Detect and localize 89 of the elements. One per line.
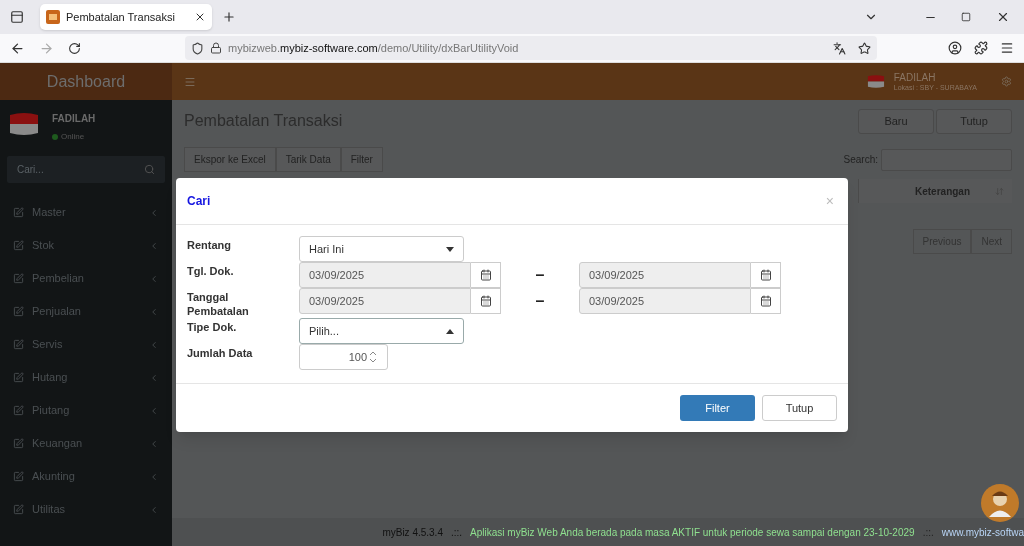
edit-icon — [13, 339, 24, 350]
favicon-icon — [46, 10, 60, 24]
translate-icon[interactable] — [833, 41, 846, 55]
sidebar-search-field[interactable]: Cari... — [7, 156, 165, 183]
field-label: Tgl. Dok. — [187, 264, 235, 278]
edit-icon — [13, 273, 24, 284]
reload-icon[interactable] — [68, 41, 81, 55]
close-button[interactable]: × — [822, 190, 837, 212]
caret-down-icon — [446, 246, 454, 252]
chevron-left-icon — [149, 306, 159, 317]
chevron-left-icon — [149, 240, 159, 251]
license-message: Aplikasi myBiz Web Anda berada pada masa AKTIF untuk periode sewa sampai dengan 23-10-2029 — [470, 525, 915, 540]
account-icon[interactable] — [948, 41, 962, 55]
sidebar-item[interactable]: Stok — [0, 229, 172, 262]
calendar-button[interactable] — [751, 288, 781, 314]
close-window-icon[interactable] — [996, 10, 1010, 24]
dialog-button[interactable]: Filter — [680, 395, 755, 421]
select-field[interactable]: Pilih... — [299, 318, 464, 344]
restore-icon[interactable] — [961, 12, 971, 22]
column-header[interactable]: Keterangan — [859, 183, 1012, 199]
range-separator: – — [534, 265, 546, 285]
menu-icon[interactable] — [1000, 41, 1014, 55]
chevron-left-icon — [149, 438, 159, 449]
chevron-left-icon — [149, 504, 159, 515]
chevron-left-icon — [149, 207, 159, 218]
spinner-icon — [369, 351, 377, 363]
extensions-icon[interactable] — [974, 41, 988, 55]
calendar-button[interactable] — [751, 262, 781, 288]
calendar-button[interactable] — [471, 262, 501, 288]
edit-icon — [13, 405, 24, 416]
chevron-left-icon — [149, 405, 159, 416]
shield-icon — [191, 41, 204, 55]
field-label: Tipe Dok. — [187, 320, 238, 334]
chevron-left-icon — [149, 372, 159, 383]
edit-icon — [13, 372, 24, 383]
select-field[interactable]: Hari Ini — [299, 236, 464, 262]
edit-icon — [13, 240, 24, 251]
flag-avatar-icon — [7, 111, 41, 137]
date-field[interactable]: 03/09/2025 — [299, 288, 471, 314]
calendar-icon — [479, 269, 492, 281]
field-label: Jumlah Data — [187, 346, 254, 360]
caret-up-icon — [446, 328, 454, 334]
flag-icon — [865, 74, 886, 89]
calendar-icon — [759, 269, 772, 281]
separator-text: .::. — [450, 525, 463, 540]
header-user-name[interactable]: FADILAH — [893, 72, 977, 83]
sidebar-item[interactable]: Keuangan — [0, 427, 172, 460]
lock-icon — [210, 42, 222, 54]
chevron-left-icon — [149, 339, 159, 350]
menu-toggle-icon[interactable] — [184, 75, 196, 88]
sidebar-item[interactable]: Penjualan — [0, 295, 172, 328]
back-icon[interactable] — [10, 40, 25, 56]
range-separator: – — [534, 291, 546, 311]
user-name: FADILAH — [52, 112, 96, 126]
date-field[interactable]: 03/09/2025 — [579, 288, 751, 314]
field-label: Rentang — [187, 238, 232, 252]
number-field[interactable]: 100 — [299, 344, 388, 370]
website-link[interactable]: www.mybiz-softwa — [941, 524, 1024, 540]
dialog-title: Cari — [187, 193, 211, 210]
calendar-button[interactable] — [471, 288, 501, 314]
edit-icon — [13, 306, 24, 317]
sidebar-item[interactable]: Master — [0, 196, 172, 229]
sidebar-item[interactable]: Pembelian — [0, 262, 172, 295]
edit-icon — [13, 438, 24, 449]
address-bar[interactable]: mybizweb.mybiz-software.com/demo/Utility/dxBarUtilityVoid — [185, 36, 877, 60]
sidebar-item[interactable]: Akunting — [0, 460, 172, 493]
sidebar-item[interactable]: Servis — [0, 328, 172, 361]
date-field[interactable]: 03/09/2025 — [579, 262, 751, 288]
sidebar-item[interactable]: Utilitas — [0, 493, 172, 526]
date-field[interactable]: 03/09/2025 — [299, 262, 471, 288]
sidebar-item[interactable]: Hutang — [0, 361, 172, 394]
edit-icon — [13, 471, 24, 482]
mascot-icon[interactable] — [981, 484, 1019, 522]
edit-icon — [13, 504, 24, 515]
chevron-left-icon — [149, 273, 159, 284]
tab-list-icon[interactable] — [10, 10, 24, 24]
calendar-icon — [759, 295, 772, 307]
close-icon[interactable] — [194, 11, 206, 23]
bookmark-icon[interactable] — [858, 41, 871, 55]
browser-tab[interactable]: Pembatalan Transaksi — [40, 4, 212, 30]
dialog-button[interactable]: Tutup — [762, 395, 837, 421]
new-tab-icon[interactable] — [222, 10, 236, 24]
separator-text: .::. — [922, 525, 934, 540]
field-label: Tanggal Pembatalan — [187, 290, 250, 318]
chevron-left-icon — [149, 471, 159, 482]
calendar-icon — [479, 295, 492, 307]
version-text: myBiz 4.5.3.4 — [382, 525, 443, 540]
sidebar-item[interactable]: Piutang — [0, 394, 172, 427]
edit-icon — [13, 207, 24, 218]
